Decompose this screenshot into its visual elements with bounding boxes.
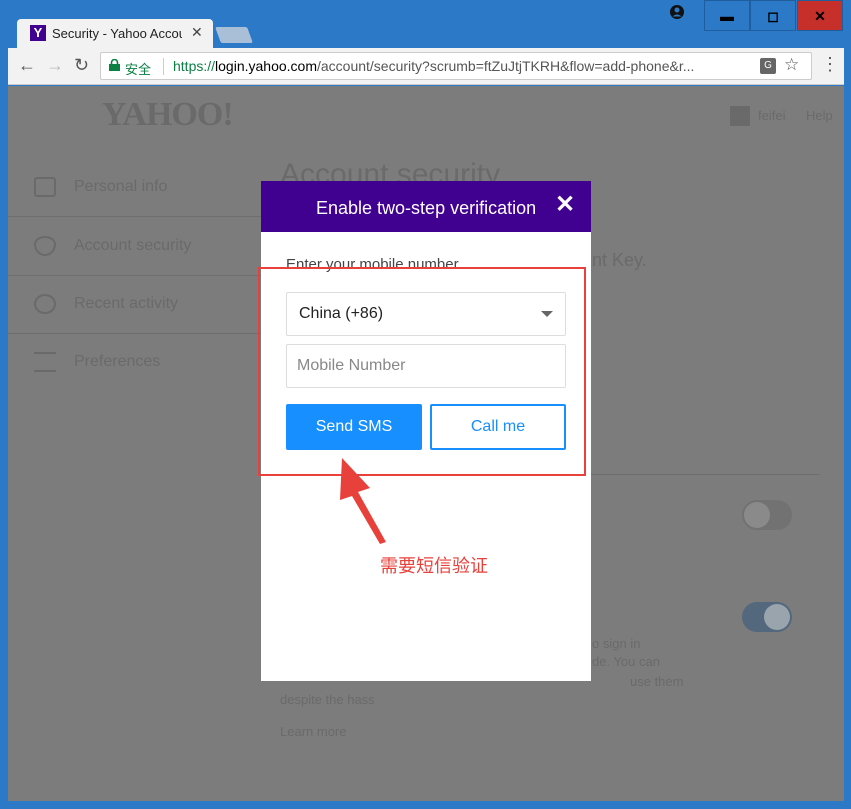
sidebar-item-label: Account security (74, 237, 192, 254)
lock-icon (109, 59, 120, 71)
modal-header: Enable two-step verification ✕ (261, 181, 591, 232)
avatar[interactable] (730, 106, 750, 126)
sidebar-item-label: Personal info (74, 178, 168, 195)
toggle-switch-on[interactable] (742, 602, 792, 632)
url-path: /account/security?scrumb=ftZuJtjTKRH&flo… (316, 58, 695, 74)
sidebar-divider (8, 333, 268, 334)
learn-more-link[interactable]: Learn more (280, 724, 346, 739)
toggle-knob (744, 502, 770, 528)
clock-icon (34, 294, 56, 314)
url-host: login.yahoo.com (215, 58, 317, 74)
toggle-knob (764, 604, 790, 630)
forward-arrow-icon[interactable]: → (46, 55, 64, 76)
tab-title: Security - Yahoo Accou (52, 26, 182, 41)
toggle-switch-off[interactable] (742, 500, 792, 530)
reload-icon[interactable]: ↻ (74, 55, 89, 76)
bg-paragraph-line: despite the hass (280, 692, 375, 707)
sidebar-divider (8, 216, 268, 217)
profile-icon[interactable] (669, 4, 689, 24)
new-tab-button[interactable] (215, 27, 253, 43)
id-card-icon (34, 177, 56, 197)
help-link[interactable]: Help (806, 108, 833, 123)
tab-close-icon[interactable]: ✕ (191, 24, 203, 41)
bookmark-star-icon[interactable]: ☆ (784, 55, 799, 75)
modal-title: Enable two-step verification (316, 198, 537, 218)
browser-toolbar: ← → ↻ 安全 https://login.yahoo.com/account… (8, 48, 844, 85)
annotation-arrow-icon (340, 458, 386, 544)
maximize-button[interactable]: ◻ (750, 0, 796, 31)
bg-paragraph-line: de. You can (592, 654, 660, 669)
back-arrow-icon[interactable]: ← (18, 55, 36, 76)
address-bar[interactable]: 安全 https://login.yahoo.com/account/secur… (100, 52, 812, 80)
browser-window: Y Security - Yahoo Accou ✕ ▬ ◻ ✕ ← → ↻ 安… (0, 0, 851, 809)
shield-icon (34, 236, 56, 256)
sidebar-item-label: Preferences (74, 353, 161, 370)
annotation-highlight-box (258, 267, 586, 476)
bg-text-account-key: nt Key. (592, 250, 647, 270)
url-scheme: https:// (173, 58, 216, 74)
kebab-menu-icon[interactable]: ⋮ (821, 55, 839, 73)
yahoo-favicon-icon: Y (30, 25, 46, 41)
secure-label: 安全 (125, 62, 152, 77)
bg-paragraph-line: use them (630, 674, 684, 689)
bg-paragraph-line: o sign in (592, 636, 641, 651)
yahoo-logo[interactable]: YAHOO! (102, 96, 234, 134)
minimize-button[interactable]: ▬ (704, 0, 750, 31)
list-icon (34, 352, 56, 372)
sidebar-item-label: Recent activity (74, 295, 179, 312)
browser-tab[interactable]: Y Security - Yahoo Accou ✕ (17, 19, 213, 49)
url-text[interactable]: https://login.yahoo.com/account/security… (173, 58, 751, 74)
close-icon[interactable]: ✕ (555, 191, 575, 219)
annotation-text: 需要短信验证 (380, 556, 488, 576)
sidebar-divider (8, 275, 268, 276)
omnibox-divider (163, 58, 164, 75)
close-window-button[interactable]: ✕ (797, 0, 843, 31)
user-name[interactable]: feifei (758, 108, 785, 123)
translate-icon[interactable]: G (760, 58, 776, 74)
title-bar: Y Security - Yahoo Accou ✕ ▬ ◻ ✕ (0, 0, 851, 49)
